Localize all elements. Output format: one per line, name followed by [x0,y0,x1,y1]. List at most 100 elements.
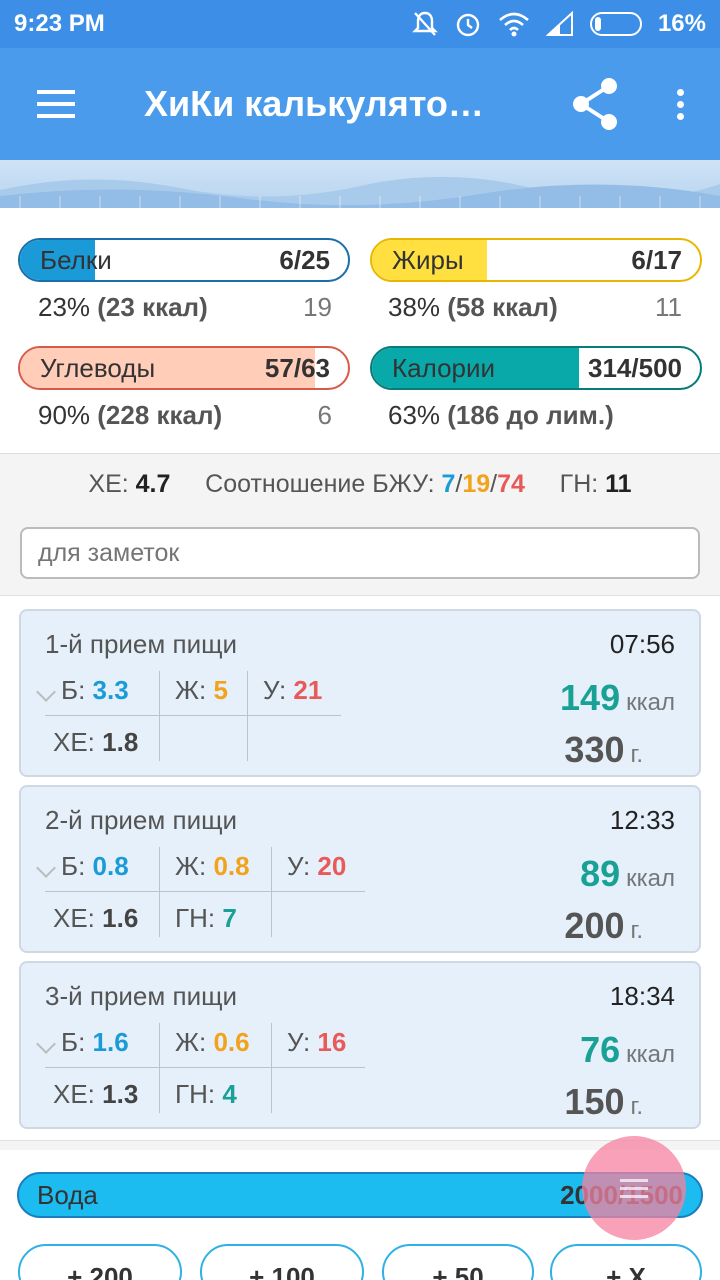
header-banner [0,160,720,208]
protein-label: Белки [40,244,112,275]
xe-label: ХЕ: [53,903,95,933]
protein-bar[interactable]: Белки 6/25 [18,238,350,282]
meal-xe: 1.3 [102,1079,139,1109]
gram-unit: г. [630,1093,644,1120]
carbs-remaining: 6 [317,400,332,430]
meal-card[interactable]: 1-й прием пищи 07:56 Б: 3.3 Ж: 5 У: 21 Х… [19,609,701,777]
alarm-icon [456,13,480,37]
nutrition-summary: Белки 6/25 23% (23 ккал) 19 Жиры 6/17 38… [0,208,720,454]
xe-label: ХЕ: [88,470,129,498]
notes-input[interactable] [20,527,700,579]
carbs-bar[interactable]: Углеводы 57/63 [18,346,350,390]
battery-percent: 16% [657,10,706,37]
kcal-unit: ккал [626,1041,675,1068]
add-water-custom-button[interactable]: + X [550,1244,702,1280]
app-title: ХиКи калькулято… [144,83,484,124]
carbs-details: 90% (228 ккал) 6 [38,400,332,431]
carbs-label: У: [287,851,311,881]
meal-card[interactable]: 3-й прием пищи 18:34 Б: 1.6 Ж: 0.6 У: 16… [19,961,701,1129]
gn-label: ГН: [559,470,599,498]
fat-label: Ж: [175,675,207,705]
fat-percent: 38% [388,292,448,322]
xe-label: ХЕ: [53,1079,95,1109]
app-bar: ХиКи калькулято… [0,48,720,160]
protein-kcal: (23 ккал) [97,292,208,322]
battery-icon [589,12,642,36]
meal-grams-value: 330 [564,729,625,770]
fat-label: Ж: [175,851,207,881]
meal-protein: 3.3 [92,675,129,705]
more-options-button[interactable] [640,48,720,160]
add-water-200-button[interactable]: + 200 [18,1244,182,1280]
protein-label: Б: [61,675,86,705]
add-water-100-button[interactable]: + 100 [200,1244,364,1280]
ratio-label: Соотношение БЖУ: [205,470,435,498]
gn-value: 11 [605,470,632,498]
protein-label: Б: [61,851,86,881]
meal-fat: 0.6 [213,1027,250,1057]
calories-details: 63% (186 до лим.) [388,400,702,431]
calories-label: Калории [392,352,496,383]
kcal-unit: ккал [626,689,675,716]
meal-grams: 150 г. [564,1081,643,1123]
chevron-down-icon[interactable] [36,682,56,702]
gn-label: ГН: [175,1079,216,1109]
xe-label: ХЕ: [53,727,95,757]
carbs-percent: 90% [38,400,98,430]
meal-name: 2-й прием пищи [45,805,238,835]
ratio-fat: 19 [462,470,491,498]
meal-kcal: 149 ккал [560,677,675,719]
carbs-value: 57/63 [264,352,330,383]
meal-protein: 0.8 [92,851,129,881]
fat-details: 38% (58 ккал) 11 [388,292,682,323]
share-icon [573,78,617,130]
fat-value: 6/17 [631,244,682,275]
share-button[interactable] [550,48,640,160]
add-water-50-button[interactable]: + 50 [382,1244,534,1280]
status-bar: 9:23 PM 16% [0,0,720,48]
meal-kcal-value: 89 [580,853,621,894]
fat-bar[interactable]: Жиры 6/17 [370,238,702,282]
meal-time: 12:33 [609,805,675,835]
wave-decoration-icon [0,176,720,208]
calories-bar[interactable]: Калории 314/500 [370,346,702,390]
meal-time: 07:56 [609,629,675,659]
meal-grams: 200 г. [564,905,643,947]
meal-protein: 1.6 [92,1027,129,1057]
carbs-label: Углеводы [40,352,156,383]
protein-label: Б: [61,1027,86,1057]
meal-name: 1-й прием пищи [45,629,238,659]
meal-card[interactable]: 2-й прием пищи 12:33 Б: 0.8 Ж: 0.8 У: 20… [19,785,701,953]
meal-carbs: 21 [293,675,323,705]
meal-kcal-value: 76 [580,1029,621,1070]
carbs-label: У: [263,675,287,705]
meal-grams: 330 г. [564,729,643,771]
meal-grams-value: 150 [564,1081,625,1122]
chevron-down-icon[interactable] [36,1034,56,1054]
gn-label: ГН: [175,903,216,933]
xe-value: 4.7 [135,470,171,498]
hamburger-icon [37,102,75,106]
signal-icon [545,11,573,36]
fab-menu-button[interactable] [582,1136,686,1240]
meal-gn: 4 [222,1079,237,1109]
fat-label: Жиры [392,244,464,275]
chevron-down-icon[interactable] [36,858,56,878]
list-icon [620,1186,648,1190]
bell-off-icon [412,11,438,36]
menu-button[interactable] [0,48,112,160]
fat-label: Ж: [175,1027,207,1057]
ratio-protein: 7 [441,470,456,498]
calories-value: 314/500 [588,352,682,383]
stats-line: ХЕ: 4.7 Соотношение БЖУ: 7/19/74 ГН: 11 [0,470,720,499]
protein-details: 23% (23 ккал) 19 [38,292,332,323]
fat-kcal: (58 ккал) [447,292,558,322]
meal-time: 18:34 [609,981,675,1011]
meal-fat: 5 [213,675,228,705]
meals-list: 1-й прием пищи 07:56 Б: 3.3 Ж: 5 У: 21 Х… [0,595,720,1141]
status-time: 9:23 PM [14,10,105,37]
meal-kcal-value: 149 [560,677,621,718]
meal-name: 3-й прием пищи [45,981,238,1011]
more-vert-icon [676,100,684,108]
carbs-kcal: (228 ккал) [97,400,223,430]
